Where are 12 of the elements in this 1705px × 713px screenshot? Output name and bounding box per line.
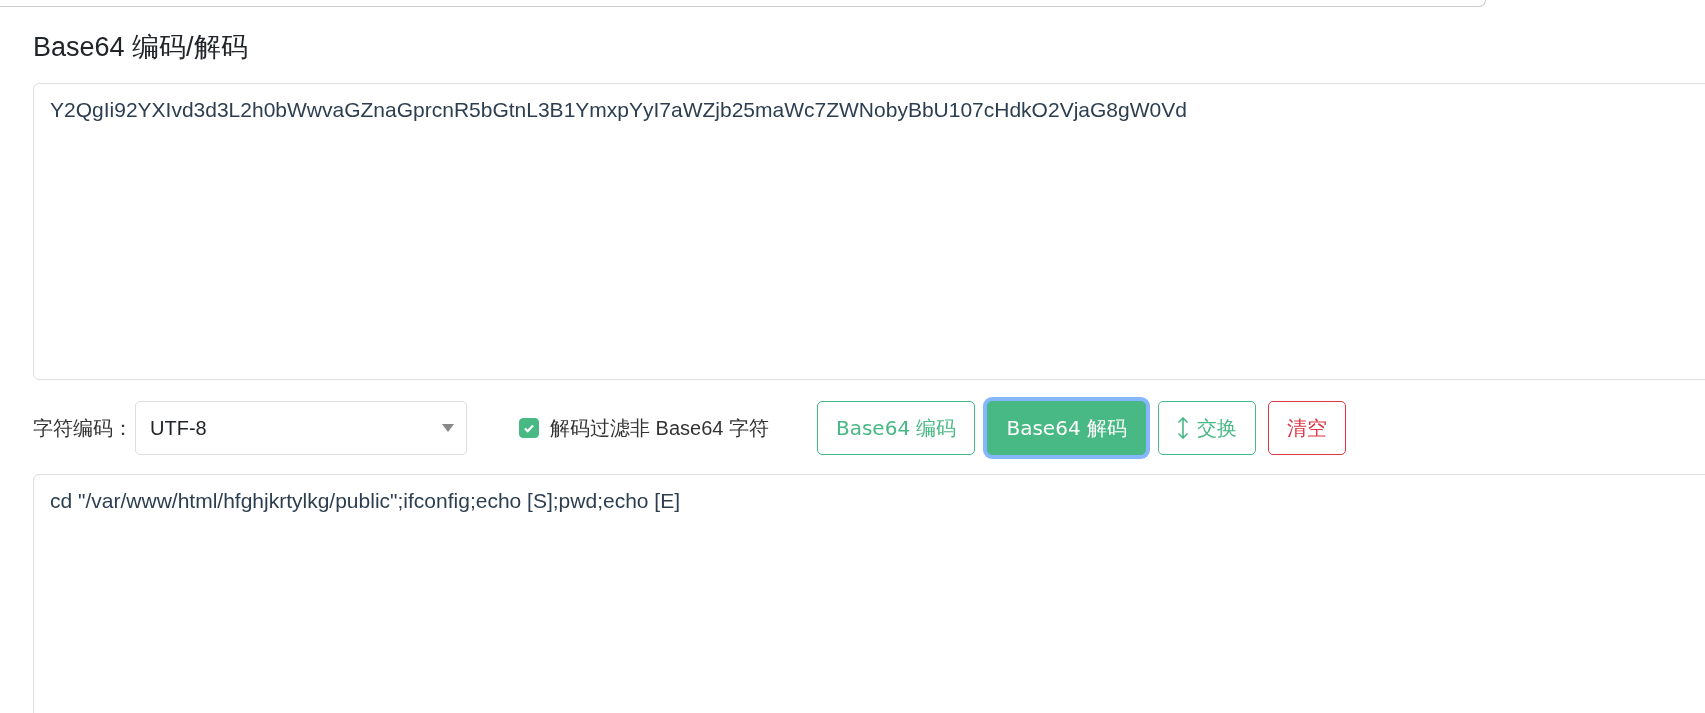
filter-label: 解码过滤非 Base64 字符 xyxy=(550,415,769,441)
caret-icon xyxy=(442,424,454,432)
charset-select[interactable]: UTF-8 xyxy=(135,401,467,455)
action-button[interactable]: 交换 xyxy=(1158,401,1256,455)
action-button[interactable]: Base64 编码 xyxy=(816,401,976,455)
swap-arrows-icon xyxy=(1177,417,1189,439)
charset-label: 字符编码： xyxy=(33,415,133,441)
output-field[interactable]: cd "/var/www/html/hfghjkrtylkg/public";ifconfig;echo [S];pwd;echo [E] xyxy=(33,474,1705,713)
filter-checkbox[interactable] xyxy=(519,418,539,438)
page-title: Base64 编码/解码 xyxy=(33,31,249,63)
action-button[interactable]: 清空 xyxy=(1268,401,1346,455)
input-field[interactable]: Y2QgIi92YXIvd3d3L2h0bWwvaGZnaGprcnR5bGtnL3B1YmxpYyI7aWZjb25maWc7ZWNobyBbU107cHdkO2VjaG8gW0Vd xyxy=(33,83,1705,380)
